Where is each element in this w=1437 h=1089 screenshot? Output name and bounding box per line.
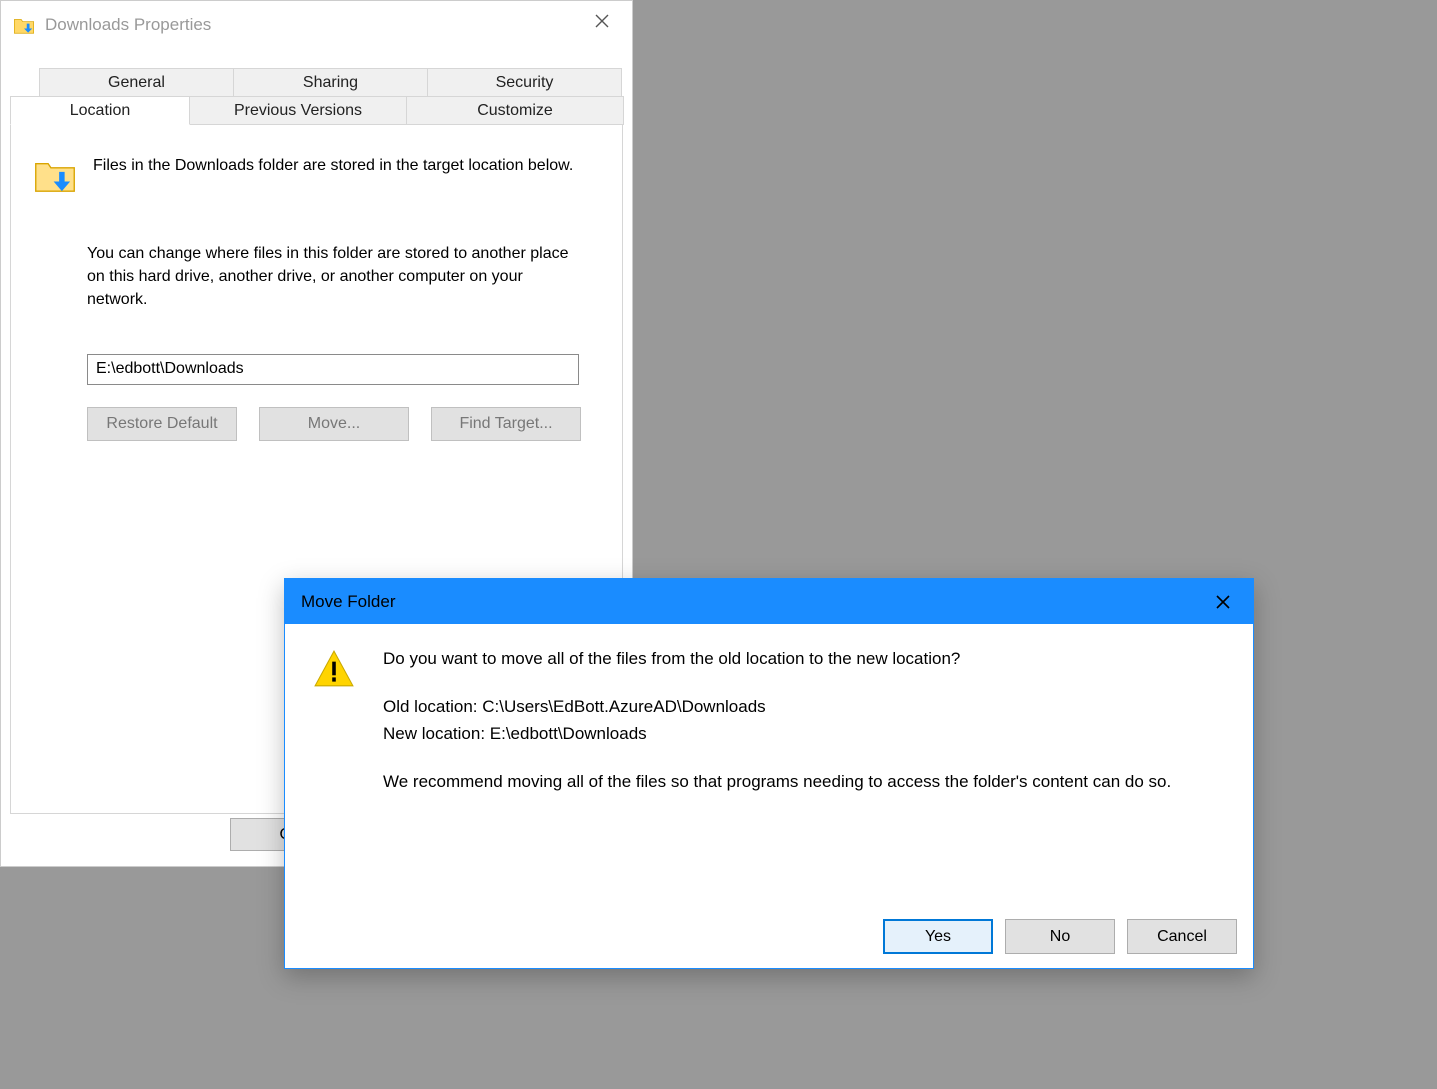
intro-text: Files in the Downloads folder are stored… xyxy=(93,154,573,177)
move-question: Do you want to move all of the files fro… xyxy=(383,646,1171,672)
old-location: Old location: C:\Users\EdBott.AzureAD\Do… xyxy=(383,694,1171,720)
close-icon xyxy=(595,14,609,28)
move-folder-title: Move Folder xyxy=(301,592,395,612)
move-button[interactable]: Move... xyxy=(259,407,409,441)
cancel-button[interactable]: Cancel xyxy=(1127,919,1237,954)
move-folder-text: Do you want to move all of the files fro… xyxy=(383,646,1171,817)
move-folder-dialog: Move Folder Do you want to move all of t… xyxy=(284,578,1254,969)
properties-title: Downloads Properties xyxy=(45,15,211,35)
tab-location[interactable]: Location xyxy=(10,96,190,125)
close-icon xyxy=(1216,595,1230,609)
tab-customize[interactable]: Customize xyxy=(406,96,624,125)
tab-previous-versions[interactable]: Previous Versions xyxy=(189,96,407,125)
description-text: You can change where files in this folde… xyxy=(87,242,587,312)
move-folder-titlebar[interactable]: Move Folder xyxy=(285,579,1253,624)
move-folder-close-button[interactable] xyxy=(1193,579,1253,624)
warning-icon xyxy=(313,648,355,817)
tab-general[interactable]: General xyxy=(39,68,234,97)
downloads-folder-large-icon xyxy=(33,154,77,198)
restore-default-button[interactable]: Restore Default xyxy=(87,407,237,441)
close-button[interactable] xyxy=(572,1,632,41)
no-button[interactable]: No xyxy=(1005,919,1115,954)
yes-button[interactable]: Yes xyxy=(883,919,993,954)
location-path-input[interactable] xyxy=(87,354,579,385)
downloads-folder-icon xyxy=(13,14,35,36)
find-target-button[interactable]: Find Target... xyxy=(431,407,581,441)
new-location: New location: E:\edbott\Downloads xyxy=(383,721,1171,747)
move-folder-footer: Yes No Cancel xyxy=(883,919,1237,954)
properties-titlebar[interactable]: Downloads Properties xyxy=(1,1,632,48)
tab-strip: General Sharing Security Location Previo… xyxy=(10,68,623,125)
move-recommend: We recommend moving all of the files so … xyxy=(383,769,1171,795)
tab-security[interactable]: Security xyxy=(427,68,622,97)
tab-sharing[interactable]: Sharing xyxy=(233,68,428,97)
